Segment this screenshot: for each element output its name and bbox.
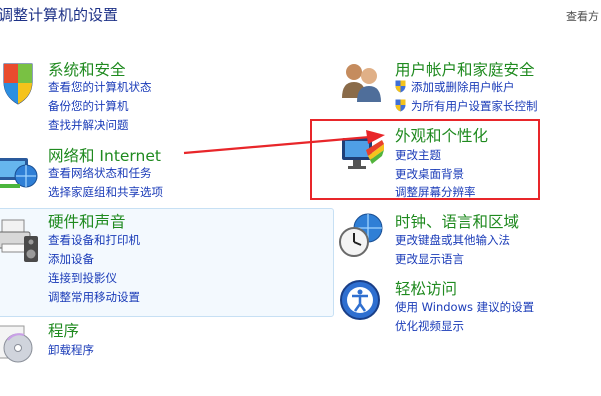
control-panel-window: { "page": { "title": "调整计算机的设置", "view_b… [0, 0, 601, 396]
annotation-arrow-icon [183, 130, 385, 155]
